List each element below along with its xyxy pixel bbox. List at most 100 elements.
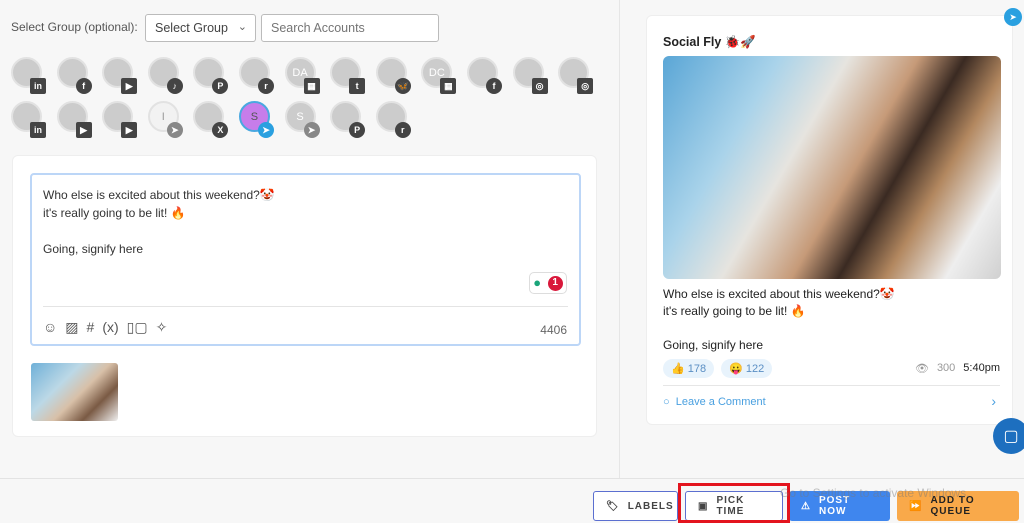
account-avatar-reddit[interactable]: r <box>238 57 274 94</box>
chat-support-button[interactable]: ▢ <box>993 418 1024 454</box>
account-avatar-google-business[interactable]: DA ▦ <box>284 57 320 94</box>
account-avatar-instagram[interactable]: ◎ <box>558 57 594 94</box>
linkedin-icon: in <box>30 122 46 138</box>
comment-icon: ○ <box>663 396 670 408</box>
text-line: Going, signify here <box>43 242 144 256</box>
bluesky-icon: 🦋 <box>394 78 411 94</box>
labels-button[interactable]: 🏷 LABELS <box>593 491 678 521</box>
fast-forward-icon: ⏩ <box>909 500 923 512</box>
youtube-icon: ▶ <box>121 122 138 138</box>
account-avatar-tumblr[interactable]: t <box>330 57 366 94</box>
send-icon: ⚠ <box>801 500 811 512</box>
instagram-icon: ◎ <box>531 78 548 94</box>
account-avatar-telegram[interactable]: S ➤ <box>238 101 274 138</box>
text-line: it's really going to be lit! 🔥 <box>663 304 806 318</box>
compose-area: Select Group (optional): Select Group ⌄ i… <box>0 0 620 478</box>
media-library-icon[interactable]: ▯▢ <box>127 318 148 336</box>
group-select-value: Select Group <box>155 21 228 35</box>
post-preview: Social Fly 🐞🚀 Who else is excited about … <box>646 15 1013 425</box>
facebook-icon: f <box>75 78 92 94</box>
account-avatar-facebook[interactable]: f <box>56 57 92 94</box>
pinterest-icon: P <box>349 122 366 138</box>
account-avatar-youtube[interactable]: ▶ <box>102 101 138 138</box>
variable-icon[interactable]: (x) <box>102 318 118 336</box>
image-icon[interactable]: ▨ <box>65 318 78 336</box>
text-line: Who else is excited about this weekend?🤡 <box>663 287 895 301</box>
editor-card: Who else is excited about this weekend?🤡… <box>12 155 597 437</box>
windows-watermark: Go to Settings to activate Windows. <box>780 486 970 500</box>
account-row: in ▶ ▶ I ➤ X S ➤ S ➤ Pr <box>11 101 611 138</box>
telegram-icon: ➤ <box>257 122 274 138</box>
account-avatar-pinterest[interactable]: P <box>330 101 366 138</box>
telegram-icon: ➤ <box>166 122 183 138</box>
reaction-count: 😛 122 <box>721 359 773 378</box>
eye-icon: 👁 <box>914 363 929 375</box>
search-accounts-input[interactable] <box>261 14 439 42</box>
account-name: Social Fly 🐞🚀 <box>663 35 756 49</box>
reddit-icon: r <box>257 78 274 94</box>
preview-image <box>663 56 1001 279</box>
text-line: it's really going to be lit! 🔥 <box>43 206 186 220</box>
leave-comment-link[interactable]: ○ Leave a Comment <box>663 396 766 408</box>
account-avatar-linkedin[interactable]: in <box>11 101 46 138</box>
text-line: Going, signify here <box>663 338 764 352</box>
account-avatar-facebook[interactable]: f <box>466 57 502 94</box>
post-time: 5:40pm <box>963 362 1000 374</box>
action-bar: 🏷 LABELS ▣ PICK TIME ⚠ POST NOW ⏩ ADD TO QUE… <box>0 478 1024 523</box>
ai-sparkle-icon[interactable]: ✧ <box>156 318 168 336</box>
media-thumbnail[interactable] <box>31 363 118 421</box>
tag-icon: 🏷 <box>606 500 620 512</box>
telegram-icon: ➤ <box>303 122 320 138</box>
emoji-icon[interactable]: ☺ <box>43 318 57 336</box>
avatar-initials: S <box>296 110 304 123</box>
hint-count: 1 <box>547 275 563 291</box>
account-avatar-telegram[interactable]: I ➤ <box>147 101 183 138</box>
hashtag-icon[interactable]: # <box>87 318 95 336</box>
lightbulb-icon: ● <box>533 275 542 290</box>
view-count: 300 <box>936 362 956 374</box>
labels-label: LABELS <box>627 500 674 512</box>
youtube-icon: ▶ <box>75 122 92 138</box>
account-avatar-telegram[interactable]: S ➤ <box>284 101 320 138</box>
account-avatar-linkedin[interactable]: in <box>11 57 46 94</box>
google-business-icon: ▦ <box>440 78 457 94</box>
divider <box>663 385 1000 386</box>
tumblr-icon: t <box>349 78 366 94</box>
like-count: 👍 178 <box>663 359 715 378</box>
comment-label: Leave a Comment <box>675 396 766 408</box>
post-textarea[interactable]: Who else is excited about this weekend?🤡… <box>30 173 581 346</box>
telegram-icon: ➤ <box>1004 8 1022 26</box>
linkedin-icon: in <box>30 78 46 94</box>
text-line <box>43 222 568 240</box>
preview-text: Who else is excited about this weekend?🤡… <box>663 286 895 354</box>
char-count: 4406 <box>540 323 567 337</box>
account-avatar-tiktok[interactable]: ♪ <box>147 57 183 94</box>
reddit-icon: r <box>394 122 411 138</box>
grammar-hint-button[interactable]: ● 1 <box>529 272 567 294</box>
avatar-initials: DC <box>428 66 445 79</box>
text-line <box>663 320 895 337</box>
account-avatar-bluesky[interactable]: 🦋 <box>375 57 411 94</box>
avatar-initials: S <box>250 110 259 123</box>
editor-toolbar: ☺ ▨ # (x) ▯▢ ✧ <box>43 306 568 336</box>
highlight-box <box>678 483 790 523</box>
pinterest-icon: P <box>212 78 229 94</box>
group-label: Select Group (optional): <box>11 20 138 34</box>
account-avatar-pinterest[interactable]: P <box>193 57 229 94</box>
group-select[interactable]: Select Group ⌄ <box>145 14 256 42</box>
x-icon: X <box>212 122 229 138</box>
account-avatar-youtube[interactable]: ▶ <box>56 101 92 138</box>
chevron-right-icon[interactable]: › <box>991 393 996 409</box>
account-avatar-youtube[interactable]: ▶ <box>102 57 138 94</box>
avatar-initials: DA <box>292 66 308 79</box>
likes: 178 <box>687 363 707 375</box>
account-avatar-instagram[interactable]: ◎ <box>512 57 548 94</box>
text-line: Who else is excited about this weekend?🤡 <box>43 188 275 202</box>
instagram-icon: ◎ <box>577 78 594 94</box>
account-avatar-x[interactable]: X <box>193 101 229 138</box>
account-avatar-google-business[interactable]: DC ▦ <box>421 57 457 94</box>
reacts: 122 <box>745 363 765 375</box>
youtube-icon: ▶ <box>121 78 138 94</box>
tiktok-icon: ♪ <box>166 78 183 94</box>
account-avatar-reddit[interactable]: r <box>375 101 411 138</box>
